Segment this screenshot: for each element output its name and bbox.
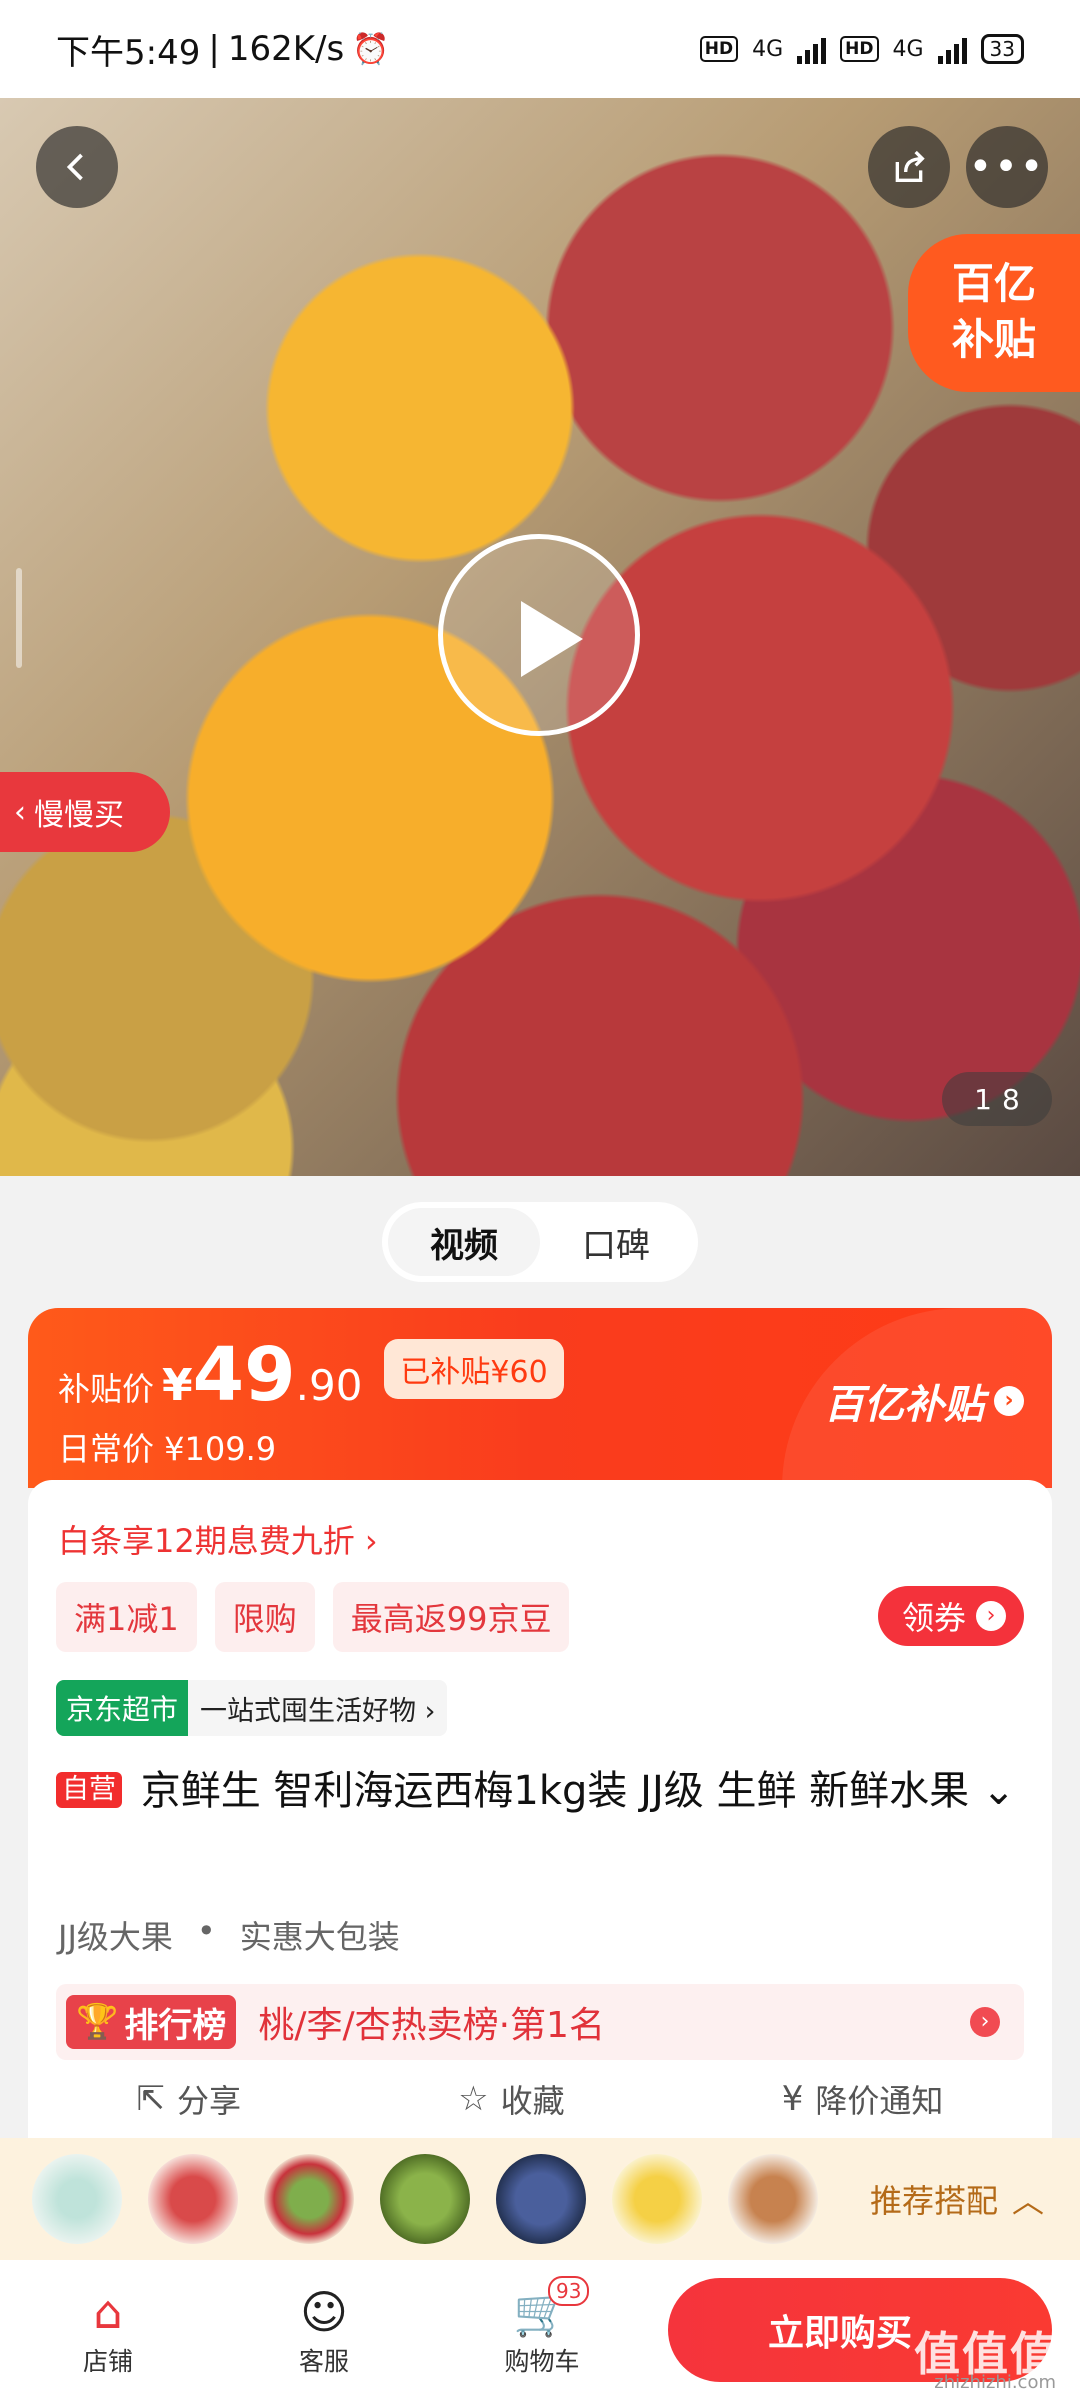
recommend-thumb[interactable] [496,2154,586,2244]
subsidy-brand-label: 百亿补贴 [824,1382,984,1428]
ranking-badge: 🏆 排行榜 [66,1995,237,2049]
recommend-thumb[interactable] [612,2154,702,2244]
watermark-url: zhizhizhi.com [934,2372,1056,2393]
slow-buy-tab[interactable]: ‹ 慢慢买 [0,772,170,852]
cart-button[interactable]: 🛒 93 购物车 [482,2276,602,2378]
store-icon: ⌂ [93,2285,123,2339]
network-type-1: 4G [752,36,784,62]
hd-badge-1: HD [699,36,739,62]
product-title-text: 京鲜生 智利海运西梅1kg装 JJ级 生鲜 新鲜水果 ⌄ [140,1768,1016,1814]
tag-separator: • [196,1912,216,1950]
media-tabs: 视频 口碑 [382,1202,698,1282]
price-label: 补贴价 [58,1370,155,1408]
get-coupon-button[interactable]: 领券 › [877,1586,1024,1646]
status-bar: 下午5:49 | 162K/s ⏰ HD 4G HD 4G 33 [0,0,1080,98]
share-icon: ⇱ [136,2079,166,2119]
coupon-label: 领券 [901,1599,966,1637]
trophy-icon: 🏆 [76,2002,119,2042]
signal-icon-2 [937,34,967,64]
daily-price: 日常价 ¥109.9 [58,1430,277,1468]
chevron-up-icon: ︿ [1011,2182,1044,2220]
product-tag: 实惠大包装 [239,1918,400,1956]
status-indicators: HD 4G HD 4G 33 [699,34,1024,64]
status-time: 下午5:49 [56,32,201,73]
pager-current: 1 [974,1082,992,1116]
subsidy-price: 补贴价 ¥ 49 .90 已补贴¥60 [58,1338,564,1412]
alarm-icon: ⏰ [352,31,390,67]
promo-chip[interactable]: 最高返99京豆 [332,1582,570,1652]
recommend-thumb[interactable] [380,2154,470,2244]
share-button[interactable] [868,126,950,208]
recommended-bundle-bar: 推荐搭配 ︿ [0,2138,1080,2260]
price-alert-icon: ¥ [781,2079,804,2119]
price-decimal: .90 [295,1361,363,1410]
chevron-right-icon: › [970,2007,1000,2037]
service-label: 客服 [298,2347,349,2376]
recommend-toggle[interactable]: 推荐搭配 ︿ [870,2176,1044,2222]
price-alert-action[interactable]: ¥ 降价通知 [782,2076,944,2122]
supermarket-badge: 京东超市 [56,1680,189,1736]
recommend-label: 推荐搭配 [869,2182,998,2220]
signal-icon-1 [797,34,827,64]
star-icon: ☆ [458,2079,489,2119]
supermarket-text: 一站式囤生活好物 › [200,1695,436,1727]
recommend-thumb[interactable] [32,2154,122,2244]
customer-service-button[interactable]: ☺ 客服 [264,2282,384,2378]
currency-symbol: ¥ [162,1360,193,1411]
ranking-text: 桃/李/杏热卖榜·第1名 [258,2005,605,2046]
recommend-thumb[interactable] [148,2154,238,2244]
chat-smile-icon: ☺ [300,2285,348,2339]
chevron-left-icon [66,153,83,181]
shop-button[interactable]: ⌂ 店铺 [48,2282,168,2378]
product-info-card: 白条享12期息费九折 › 满1减1 限购 最高返99京豆 领券 › 京东超市 一… [28,1480,1052,2138]
promo-chips: 满1减1 限购 最高返99京豆 [56,1582,570,1652]
more-dots-icon: ••• [968,144,1046,190]
battery-icon: 33 [980,34,1024,64]
supermarket-link[interactable]: 京东超市 一站式囤生活好物 › [56,1680,448,1736]
tab-reviews[interactable]: 口碑 [540,1208,692,1276]
slow-buy-label: 慢慢买 [34,798,124,833]
product-image-carousel[interactable]: ••• 百亿 补贴 ‹ 慢慢买 1 8 [0,98,1080,1176]
tab-video[interactable]: 视频 [388,1208,540,1276]
chevron-right-icon: › [994,1386,1024,1416]
back-button[interactable] [36,126,118,208]
recommend-thumb[interactable] [728,2154,818,2244]
chevron-right-icon: › [976,1601,1006,1631]
chevron-left-icon: ‹ [14,794,26,830]
product-tags: JJ级大果 • 实惠大包装 [58,1912,400,1958]
price-banner: 补贴价 ¥ 49 .90 已补贴¥60 日常价 ¥109.9 百亿补贴 › [28,1308,1052,1488]
subsidy-badge: 百亿 补贴 [908,234,1080,392]
product-title[interactable]: 自营 京鲜生 智利海运西梅1kg装 JJ级 生鲜 新鲜水果 ⌄ [56,1762,1036,1820]
more-options-button[interactable]: ••• [966,126,1048,208]
price-integer: 49 [192,1332,296,1418]
pager-total: 8 [1002,1082,1020,1116]
image-pager: 1 8 [942,1072,1052,1126]
share-icon [895,150,925,182]
network-speed: 162K/s [227,29,345,69]
installment-offer[interactable]: 白条享12期息费九折 › [58,1516,378,1562]
subsidy-brand-link[interactable]: 百亿补贴 › [824,1372,1024,1430]
scroll-indicator [16,568,22,668]
favorite-action[interactable]: ☆ 收藏 [458,2076,565,2122]
shop-label: 店铺 [82,2347,133,2376]
hd-badge-2: HD [840,36,879,62]
self-operated-badge: 自营 [56,1772,122,1808]
cart-count-badge: 93 [548,2276,590,2306]
cart-label: 购物车 [504,2347,580,2376]
action-row: ⇱ 分享 ☆ 收藏 ¥ 降价通知 [28,2076,1052,2122]
recommend-thumb[interactable] [264,2154,354,2244]
promo-chip[interactable]: 满1减1 [56,1582,197,1652]
product-tag: JJ级大果 [58,1918,173,1956]
network-type-2: 4G [892,36,924,62]
ranking-banner[interactable]: 🏆 排行榜 桃/李/杏热卖榜·第1名 › [56,1984,1024,2060]
play-video-button[interactable] [438,534,640,736]
share-action[interactable]: ⇱ 分享 [137,2076,242,2122]
promo-chip[interactable]: 限购 [214,1582,315,1652]
saved-amount-badge: 已补贴¥60 [384,1339,564,1399]
